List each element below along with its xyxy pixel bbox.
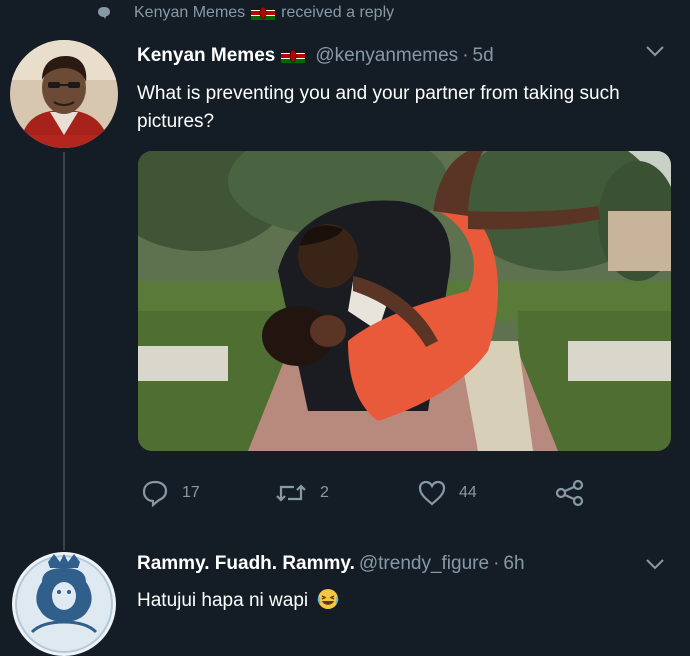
tweet-header: Kenyan Memes @kenyanmemes · 5d (137, 45, 494, 67)
separator-dot: · (493, 553, 500, 574)
tweet-time[interactable]: 5d (473, 45, 494, 67)
reply-text: Hatujui hapa ni wapi (137, 590, 309, 611)
reply-text-row: Hatujui hapa ni wapi (137, 587, 339, 615)
retweet-icon (276, 484, 306, 502)
notification-context: Kenyan Memes received a reply (96, 2, 394, 24)
context-name[interactable]: Kenyan Memes (134, 4, 245, 22)
author-handle[interactable]: @kenyanmemes (315, 45, 458, 67)
chevron-down-icon[interactable] (644, 557, 666, 571)
heart-icon (418, 480, 446, 506)
reply-icon (142, 480, 168, 508)
reply-header: Rammy. Fuadh. Rammy. @trendy_figure · 6h (137, 553, 525, 575)
kenya-flag-icon (281, 49, 306, 63)
like-count: 44 (459, 484, 477, 501)
like-button[interactable]: 44 (417, 478, 477, 508)
separator-dot: · (462, 45, 469, 66)
share-icon (555, 479, 584, 507)
thread-line (63, 152, 65, 550)
tweet-photo[interactable] (138, 151, 671, 451)
author-name[interactable]: Kenyan Memes (137, 45, 275, 67)
reply-author-handle[interactable]: @trendy_figure (359, 553, 489, 575)
avatar-trendy-figure[interactable] (12, 552, 116, 656)
chevron-down-icon[interactable] (644, 44, 666, 58)
retweet-count: 2 (320, 484, 329, 501)
speech-bubble-icon (98, 7, 110, 19)
tweet-actions: 17 2 44 (140, 478, 600, 508)
reply-author-name[interactable]: Rammy. Fuadh. Rammy. (137, 553, 355, 575)
share-button[interactable] (554, 478, 586, 508)
reply-time[interactable]: 6h (503, 553, 524, 575)
reply-count: 17 (182, 484, 200, 501)
context-action: received a reply (281, 4, 395, 21)
tweet-text: What is preventing you and your partner … (137, 83, 620, 132)
kenya-flag-icon (251, 6, 276, 20)
reply-button[interactable]: 17 (140, 478, 200, 508)
laughing-emoji-icon (318, 589, 339, 609)
avatar-kenyan-memes[interactable] (10, 40, 118, 148)
retweet-button[interactable]: 2 (274, 478, 329, 508)
